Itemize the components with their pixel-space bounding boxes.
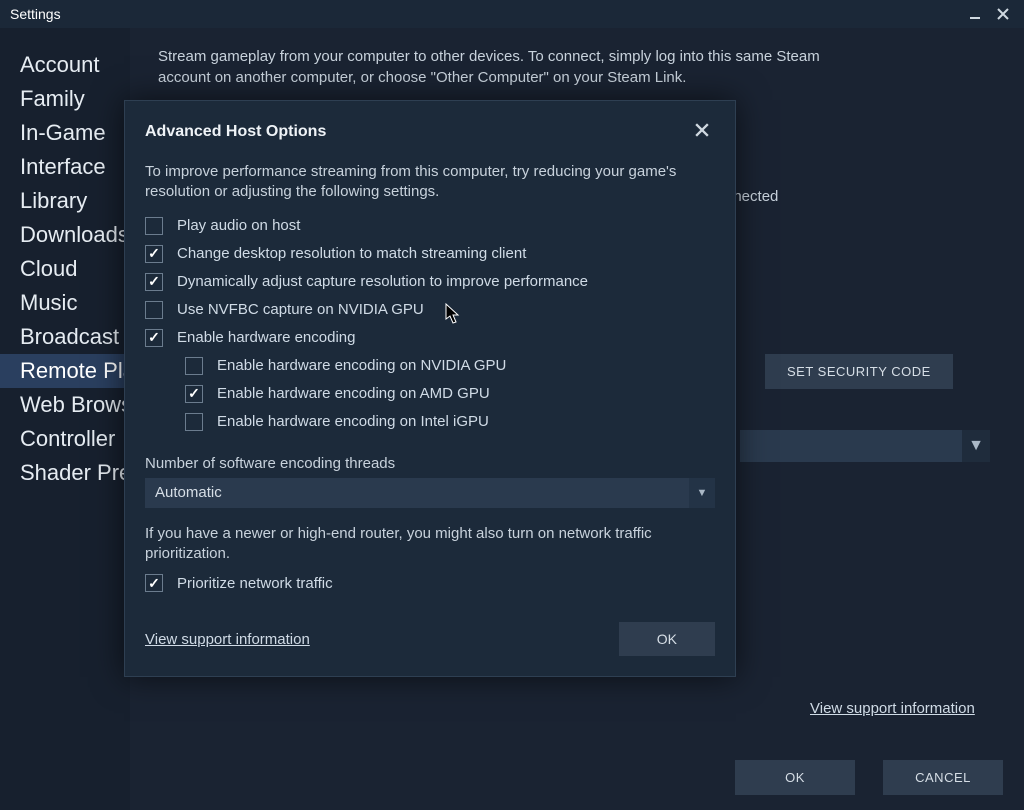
dialog-view-support-information-link[interactable]: View support information <box>145 631 310 648</box>
checkbox-label: Enable hardware encoding on AMD GPU <box>217 385 490 402</box>
checkbox-icon <box>145 574 163 592</box>
sidebar-item-music[interactable]: Music <box>0 286 130 320</box>
close-button[interactable] <box>992 5 1014 23</box>
checkbox-play-audio-on-host[interactable]: Play audio on host <box>145 217 715 235</box>
checkbox-hw-encoding-intel[interactable]: Enable hardware encoding on Intel iGPU <box>185 413 715 431</box>
chevron-down-icon: ▼ <box>689 478 715 508</box>
sidebar-item-broadcast[interactable]: Broadcast <box>0 320 130 354</box>
dialog-close-button[interactable] <box>689 119 715 144</box>
checkbox-label: Prioritize network traffic <box>177 575 333 592</box>
chevron-down-icon: ▼ <box>962 430 990 462</box>
checkbox-label: Use NVFBC capture on NVIDIA GPU <box>177 301 424 318</box>
window-title: Settings <box>10 6 61 22</box>
checkbox-dynamic-capture-resolution[interactable]: Dynamically adjust capture resolution to… <box>145 273 715 291</box>
checkbox-enable-hardware-encoding[interactable]: Enable hardware encoding <box>145 329 715 347</box>
checkbox-label: Enable hardware encoding on NVIDIA GPU <box>217 357 506 374</box>
sidebar-item-remote-play[interactable]: Remote Play <box>0 354 130 388</box>
checkbox-prioritize-network-traffic[interactable]: Prioritize network traffic <box>145 574 715 592</box>
checkbox-use-nvfbc[interactable]: Use NVFBC capture on NVIDIA GPU <box>145 301 715 319</box>
remote-play-dropdown[interactable]: ▼ <box>740 430 990 462</box>
sidebar-item-account[interactable]: Account <box>0 48 130 82</box>
encoding-threads-value: Automatic <box>155 484 222 501</box>
sidebar-item-family[interactable]: Family <box>0 82 130 116</box>
sidebar-item-downloads[interactable]: Downloads <box>0 218 130 252</box>
sidebar-item-shader-pre-caching[interactable]: Shader Pre-Caching <box>0 456 130 490</box>
settings-cancel-button[interactable]: CANCEL <box>883 760 1003 795</box>
checkbox-label: Enable hardware encoding <box>177 329 355 346</box>
sidebar-item-cloud[interactable]: Cloud <box>0 252 130 286</box>
checkbox-hw-encoding-nvidia[interactable]: Enable hardware encoding on NVIDIA GPU <box>185 357 715 375</box>
settings-sidebar: Account Family In-Game Interface Library… <box>0 28 130 810</box>
checkbox-icon <box>185 385 203 403</box>
encoding-threads-select[interactable]: Automatic ▼ <box>145 478 715 508</box>
checkbox-label: Enable hardware encoding on Intel iGPU <box>217 413 489 430</box>
router-hint: If you have a newer or high-end router, … <box>145 524 715 565</box>
advanced-host-options-dialog: Advanced Host Options To improve perform… <box>124 100 736 677</box>
checkbox-icon <box>145 245 163 263</box>
sidebar-item-web-browser[interactable]: Web Browser <box>0 388 130 422</box>
checkbox-change-desktop-resolution[interactable]: Change desktop resolution to match strea… <box>145 245 715 263</box>
sidebar-item-interface[interactable]: Interface <box>0 150 130 184</box>
checkbox-label: Play audio on host <box>177 217 300 234</box>
checkbox-hw-encoding-amd[interactable]: Enable hardware encoding on AMD GPU <box>185 385 715 403</box>
dialog-intro: To improve performance streaming from th… <box>145 162 715 203</box>
set-security-code-button[interactable]: SET SECURITY CODE <box>765 354 953 389</box>
dialog-title: Advanced Host Options <box>145 123 326 141</box>
checkbox-icon <box>145 217 163 235</box>
minimize-button[interactable] <box>964 5 986 23</box>
remote-play-intro: Stream gameplay from your computer to ot… <box>158 46 858 88</box>
sidebar-item-in-game[interactable]: In-Game <box>0 116 130 150</box>
settings-ok-button[interactable]: OK <box>735 760 855 795</box>
checkbox-icon <box>185 357 203 375</box>
checkbox-icon <box>185 413 203 431</box>
checkbox-label: Change desktop resolution to match strea… <box>177 245 526 262</box>
checkbox-icon <box>145 301 163 319</box>
view-support-information-link[interactable]: View support information <box>810 700 994 717</box>
dialog-ok-button[interactable]: OK <box>619 622 715 656</box>
settings-titlebar: Settings <box>0 0 1024 28</box>
sidebar-item-library[interactable]: Library <box>0 184 130 218</box>
sidebar-item-controller[interactable]: Controller <box>0 422 130 456</box>
checkbox-label: Dynamically adjust capture resolution to… <box>177 273 588 290</box>
encoding-threads-label: Number of software encoding threads <box>145 455 715 472</box>
checkbox-icon <box>145 273 163 291</box>
checkbox-icon <box>145 329 163 347</box>
